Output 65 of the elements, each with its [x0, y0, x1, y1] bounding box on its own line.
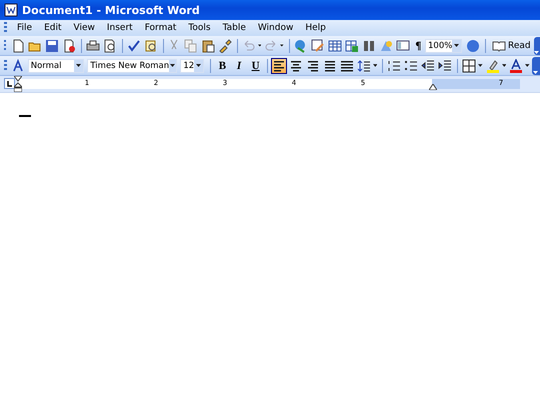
- dropdown-arrow-icon[interactable]: [258, 44, 262, 47]
- dropdown-button[interactable]: [194, 60, 204, 72]
- tab-selector-icon[interactable]: [4, 78, 15, 89]
- document-map-icon[interactable]: [394, 38, 411, 54]
- zoom-value: 100%: [427, 40, 452, 50]
- word-document-icon: [4, 3, 18, 17]
- help-icon[interactable]: [465, 38, 482, 54]
- align-left-icon[interactable]: [270, 58, 287, 74]
- show-formatting-button[interactable]: ¶: [412, 38, 424, 54]
- style-name: Normal: [30, 60, 62, 70]
- window-title: Document1 - Microsoft Word: [22, 4, 200, 16]
- dropdown-button[interactable]: [452, 40, 462, 52]
- style-combo[interactable]: Normal: [28, 58, 84, 72]
- borders-icon[interactable]: [461, 58, 478, 74]
- dropdown-arrow-icon: [196, 64, 202, 67]
- font-color-icon[interactable]: [508, 58, 524, 74]
- table-pencil-icon[interactable]: [310, 38, 326, 54]
- save-icon[interactable]: [44, 38, 60, 54]
- spreadsheet-icon[interactable]: [344, 38, 360, 54]
- menu-item[interactable]: Edit: [38, 22, 68, 34]
- menu-item[interactable]: Table: [216, 22, 252, 34]
- print-icon[interactable]: [84, 38, 101, 54]
- end-of-document-mark: [19, 115, 31, 117]
- dropdown-arrow-icon[interactable]: [372, 64, 378, 67]
- font-combo[interactable]: Times New Roman: [87, 58, 178, 72]
- book-icon: [492, 38, 506, 52]
- table-icon[interactable]: [326, 38, 343, 54]
- bold-button[interactable]: B: [215, 58, 230, 74]
- right-indent-marker-icon[interactable]: [429, 84, 437, 90]
- paste-icon[interactable]: [200, 38, 216, 54]
- menu-item[interactable]: Format: [138, 22, 182, 34]
- paintbrush-icon[interactable]: [217, 38, 234, 54]
- dropdown-arrow-icon: [170, 64, 176, 67]
- italic-button[interactable]: I: [232, 58, 246, 74]
- menu-item[interactable]: View: [68, 22, 101, 34]
- dropdown-arrow-icon: [534, 50, 540, 54]
- toolbar-grip: [4, 40, 6, 52]
- line-spacing-icon[interactable]: [356, 58, 372, 74]
- underline-button[interactable]: U: [248, 58, 263, 74]
- font-size: 12: [182, 60, 194, 70]
- toolbar-grip: [4, 22, 7, 34]
- menu-item[interactable]: Window: [252, 22, 300, 34]
- toolbar-options-button[interactable]: [532, 56, 540, 74]
- zoom-combo[interactable]: 100%: [425, 38, 462, 52]
- dropdown-arrow-icon: [454, 44, 460, 47]
- font-name: Times New Roman: [89, 60, 170, 70]
- highlighter-icon[interactable]: [484, 58, 501, 74]
- dropdown-arrow-icon[interactable]: [502, 64, 506, 67]
- dropdown-arrow-icon[interactable]: [478, 64, 483, 67]
- increase-indent-icon[interactable]: [437, 58, 454, 74]
- decrease-indent-icon[interactable]: [420, 58, 436, 74]
- dropdown-button[interactable]: [169, 60, 176, 72]
- font-size-combo[interactable]: 12: [180, 58, 204, 72]
- toolbar-options-button[interactable]: [534, 36, 540, 54]
- menu-item[interactable]: Tools: [182, 22, 217, 34]
- menu-item[interactable]: File: [11, 22, 38, 34]
- toolbar-grip: [4, 60, 7, 72]
- spelling-check-icon[interactable]: [126, 38, 142, 54]
- indent-marker-icon[interactable]: [14, 76, 22, 92]
- dropdown-arrow-icon: [76, 64, 82, 67]
- menu-item[interactable]: Insert: [100, 22, 139, 34]
- read-button[interactable]: Read: [489, 38, 534, 52]
- dropdown-arrow-icon[interactable]: [280, 44, 284, 47]
- dropdown-button[interactable]: [74, 60, 84, 72]
- menu-item[interactable]: Help: [299, 22, 332, 34]
